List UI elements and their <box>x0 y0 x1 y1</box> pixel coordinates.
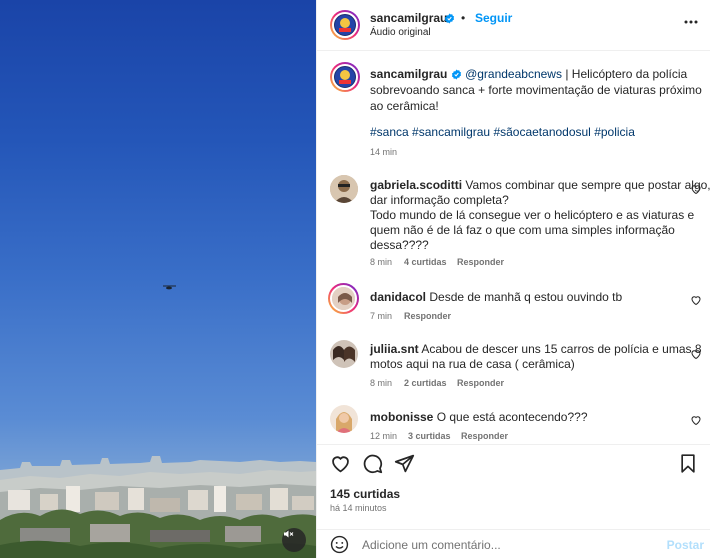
muted-speaker-icon <box>284 530 294 538</box>
caption-mention[interactable]: @grandeabcnews <box>465 67 562 81</box>
comment-text: Vamos combinar que sempre que postar alg… <box>465 178 710 192</box>
avatar-photo <box>330 405 358 433</box>
comment-text: Desde de manhã q estou ouvindo tb <box>429 290 623 304</box>
comment-heart-icon[interactable] <box>690 183 702 195</box>
helicopter-speck <box>163 285 176 290</box>
comments-scroll-area[interactable]: sancamilgrau @grandeabcnews | Helicópter… <box>317 52 710 444</box>
city-skyline-image <box>0 285 316 558</box>
hashtag-link[interactable]: #sanca <box>370 125 409 139</box>
comment-input[interactable] <box>362 536 652 554</box>
caption-time[interactable]: 14 min <box>370 147 397 157</box>
follow-button[interactable]: Seguir <box>475 11 512 25</box>
post-button[interactable]: Postar <box>667 538 704 552</box>
comment-time[interactable]: 8 min <box>370 257 392 267</box>
avatar-photo <box>330 340 358 368</box>
verified-badge-icon <box>444 13 455 24</box>
hashtag-link[interactable]: #sancamilgrau <box>412 125 490 139</box>
mute-button[interactable] <box>282 528 306 552</box>
author-username[interactable]: sancamilgrau <box>370 11 447 25</box>
comment-time[interactable]: 12 min <box>370 431 397 441</box>
comment-text-line: gabriela.scoditti Vamos combinar que sem… <box>370 178 710 193</box>
emoji-icon[interactable] <box>330 535 349 554</box>
caption-line-1: sancamilgrau @grandeabcnews | Helicópter… <box>370 66 687 83</box>
post-header: sancamilgrau • Seguir Áudio original <box>317 0 710 51</box>
send-icon[interactable] <box>394 453 415 474</box>
commenter-avatar[interactable] <box>330 340 358 368</box>
comment-heart-icon[interactable] <box>690 414 702 426</box>
comment-icon[interactable] <box>362 453 383 474</box>
avatar-logo <box>335 67 355 87</box>
post-time[interactable]: há 14 minutos <box>330 503 387 513</box>
comment-text: quem não é de lá faz o que com uma simpl… <box>370 223 675 237</box>
caption-avatar[interactable] <box>330 62 360 92</box>
commenter-avatar[interactable] <box>330 405 358 433</box>
commenter-avatar[interactable] <box>328 283 359 314</box>
caption-text-2: sobrevoando sanca + forte movimentação d… <box>370 83 702 97</box>
avatar-logo <box>335 15 355 35</box>
comment-text: Todo mundo de lá consegue ver o helicópt… <box>370 208 695 222</box>
post-details-panel: sancamilgrau • Seguir Áudio original san… <box>316 0 710 558</box>
bookmark-icon[interactable] <box>678 453 698 474</box>
comment-text-line: juliia.snt Acabou de descer uns 15 carro… <box>370 342 702 357</box>
comment-text: dar informação completa? <box>370 193 509 207</box>
reply-button[interactable]: Responder <box>404 311 451 321</box>
likes-count[interactable]: 145 curtidas <box>330 487 400 501</box>
comment-heart-icon[interactable] <box>690 294 702 306</box>
comment-text: Acabou de descer uns 15 carros de políci… <box>421 342 702 356</box>
verified-badge-icon <box>451 69 461 80</box>
reply-button[interactable]: Responder <box>457 378 504 388</box>
header-separator: • <box>461 11 466 25</box>
comment-likes[interactable]: 2 curtidas <box>404 378 447 388</box>
comment-time[interactable]: 8 min <box>370 378 392 388</box>
post-actions: 145 curtidas há 14 minutos Postar <box>317 444 710 558</box>
comment-text: dessa???? <box>370 238 429 252</box>
comment-username[interactable]: danidacol <box>370 290 426 304</box>
comment-likes[interactable]: 4 curtidas <box>404 257 447 267</box>
caption-username[interactable]: sancamilgrau <box>370 67 447 81</box>
caption-text-1: | Helicóptero da polícia <box>565 67 688 81</box>
author-avatar[interactable] <box>330 10 360 40</box>
avatar-photo <box>330 175 358 203</box>
heart-icon[interactable] <box>330 453 351 474</box>
comment-username[interactable]: juliia.snt <box>370 342 419 356</box>
audio-label[interactable]: Áudio original <box>370 27 431 38</box>
avatar-photo <box>332 287 355 310</box>
comment-text: motos aqui na rua de casa ( cerâmica) <box>370 357 575 371</box>
hashtag-link[interactable]: #sãocaetanodosul <box>493 125 590 139</box>
comment-text-line: mobonisse O que está acontecendo??? <box>370 410 588 425</box>
comment-heart-icon[interactable] <box>690 348 702 360</box>
more-horizontal-icon[interactable] <box>684 20 698 24</box>
comment-username[interactable]: mobonisse <box>370 410 433 424</box>
comment-likes[interactable]: 3 curtidas <box>408 431 451 441</box>
comment-time[interactable]: 7 min <box>370 311 392 321</box>
comment-username[interactable]: gabriela.scoditti <box>370 178 462 192</box>
comment-composer: Postar <box>317 529 710 558</box>
hashtag-link[interactable]: #policia <box>594 125 635 139</box>
comment-text-line: danidacol Desde de manhã q estou ouvindo… <box>370 290 622 305</box>
caption-hashtags: #sanca #sancamilgrau #sãocaetanodosul #p… <box>370 124 635 141</box>
commenter-avatar[interactable] <box>330 175 358 203</box>
reply-button[interactable]: Responder <box>457 257 504 267</box>
post-video[interactable] <box>0 0 316 558</box>
reply-button[interactable]: Responder <box>461 431 508 441</box>
caption-text-3: ao cerâmica! <box>370 99 439 113</box>
comment-text: O que está acontecendo??? <box>436 410 588 424</box>
